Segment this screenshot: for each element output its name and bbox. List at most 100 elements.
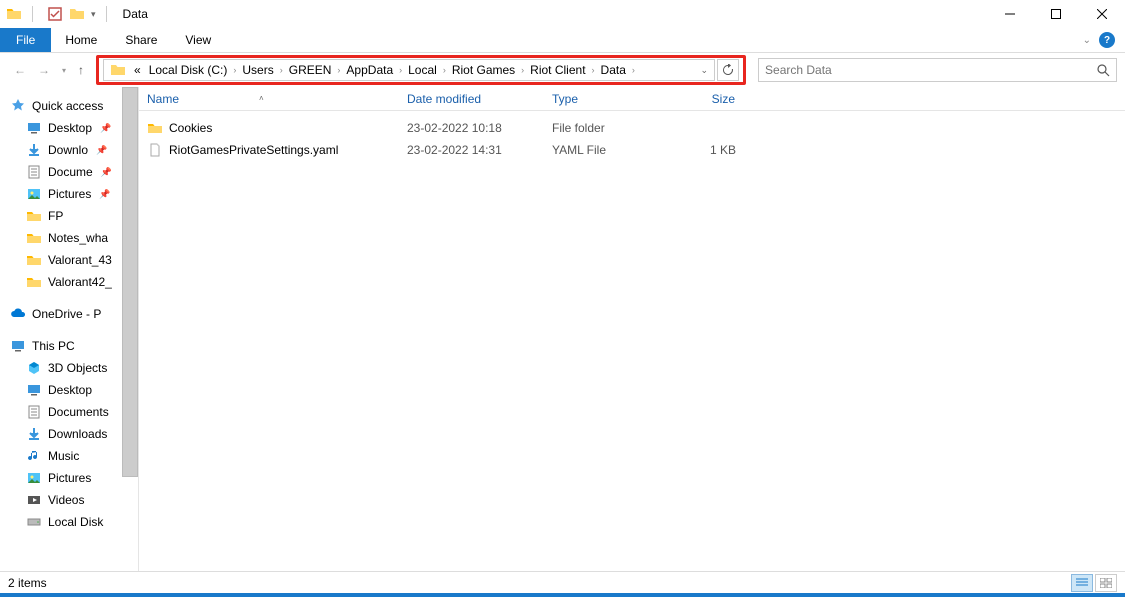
tab-home[interactable]: Home (51, 28, 111, 52)
col-type[interactable]: Type (544, 92, 664, 106)
sidebar-item-label: Videos (48, 493, 84, 507)
search-input[interactable] (765, 63, 1096, 77)
sidebar-item[interactable]: FP (0, 205, 138, 227)
sidebar-item-label: Quick access (32, 99, 103, 113)
forward-button[interactable]: → (38, 63, 50, 77)
sidebar-this-pc[interactable]: This PC (0, 335, 138, 357)
sidebar-item[interactable]: Valorant42_ (0, 271, 138, 293)
sidebar-item[interactable]: Pictures📌 (0, 183, 138, 205)
sidebar-item[interactable]: Videos (0, 489, 138, 511)
breadcrumb-segment[interactable]: GREEN (285, 63, 336, 77)
file-tab[interactable]: File (0, 28, 51, 52)
disk-icon (26, 514, 42, 530)
chevron-right-icon: › (335, 65, 342, 75)
chevron-right-icon: › (397, 65, 404, 75)
tab-view[interactable]: View (171, 28, 225, 52)
sidebar-item[interactable]: Notes_wha (0, 227, 138, 249)
cloud-icon (10, 306, 26, 322)
close-button[interactable] (1079, 0, 1125, 28)
breadcrumb-segment[interactable]: AppData (342, 63, 397, 77)
details-view-button[interactable] (1071, 574, 1093, 592)
sidebar-item-label: Valorant42_ (48, 275, 112, 289)
sidebar-item[interactable]: Docume 📌 (0, 161, 138, 183)
sidebar-item-label: 3D Objects (48, 361, 107, 375)
sidebar-item[interactable]: Desktop📌 (0, 117, 138, 139)
cube-icon (26, 360, 42, 376)
address-folder-icon (110, 62, 126, 78)
sidebar-onedrive[interactable]: OneDrive - P (0, 303, 138, 325)
sidebar-item[interactable]: Documents (0, 401, 138, 423)
file-size: 1 KB (664, 143, 744, 157)
ribbon-expand-icon[interactable]: ⌄ (1083, 35, 1091, 46)
maximize-button[interactable] (1033, 0, 1079, 28)
sidebar-item[interactable]: 3D Objects (0, 357, 138, 379)
breadcrumb-segment[interactable]: Local (404, 63, 441, 77)
folder-icon (26, 274, 42, 290)
sidebar-item-label: Downloads (48, 427, 107, 441)
column-headers[interactable]: Name˄ Date modified Type Size (139, 87, 1125, 111)
breadcrumb-segment[interactable]: Riot Games (448, 63, 519, 77)
sidebar-item-label: Downlo (48, 143, 88, 157)
thumbnails-view-button[interactable] (1095, 574, 1117, 592)
sidebar-quick-access[interactable]: Quick access (0, 95, 138, 117)
doc-icon (26, 164, 42, 180)
sidebar-item[interactable]: Valorant_43 (0, 249, 138, 271)
refresh-button[interactable] (717, 59, 739, 81)
chevron-right-icon: › (590, 65, 597, 75)
video-icon (26, 492, 42, 508)
address-dropdown-icon[interactable]: ⌄ (700, 65, 708, 76)
file-list[interactable]: Name˄ Date modified Type Size Cookies23-… (138, 87, 1125, 571)
taskbar-accent (0, 593, 1125, 597)
file-icon (147, 142, 163, 158)
sidebar-item-label: This PC (32, 339, 75, 353)
file-type: File folder (544, 121, 664, 135)
help-icon[interactable]: ? (1099, 32, 1115, 48)
chevron-right-icon: › (519, 65, 526, 75)
status-text: 2 items (8, 576, 47, 590)
breadcrumb-segment[interactable]: Users (238, 63, 277, 77)
sidebar-scrollbar[interactable] (122, 87, 138, 571)
sidebar-item[interactable]: Pictures (0, 467, 138, 489)
history-dropdown-icon[interactable]: ▾ (62, 66, 66, 75)
sidebar-item-label: Valorant_43 (48, 253, 112, 267)
search-box[interactable] (758, 58, 1117, 82)
file-name: RiotGamesPrivateSettings.yaml (169, 143, 338, 157)
col-date[interactable]: Date modified (399, 92, 544, 106)
qat-properties-icon[interactable] (47, 6, 63, 22)
tab-share[interactable]: Share (111, 28, 171, 52)
pin-icon: 📌 (100, 123, 111, 134)
sidebar-item[interactable]: Downlo📌 (0, 139, 138, 161)
navigation-pane[interactable]: Quick access Desktop📌Downlo📌Docume📌Pictu… (0, 87, 138, 571)
col-size[interactable]: Size (664, 92, 744, 106)
sidebar-item[interactable]: Downloads (0, 423, 138, 445)
file-row[interactable]: RiotGamesPrivateSettings.yaml23-02-2022 … (139, 139, 1125, 161)
folder-icon (26, 230, 42, 246)
qat-newfolder-icon[interactable] (69, 6, 85, 22)
qat-dropdown-icon[interactable]: ▾ (91, 9, 96, 20)
breadcrumb-prefix[interactable]: « (130, 63, 145, 77)
desktop-icon (26, 120, 42, 136)
pin-icon: 📌 (101, 167, 112, 178)
sidebar-item[interactable]: Music (0, 445, 138, 467)
sort-indicator-icon: ˄ (259, 94, 264, 103)
search-icon[interactable] (1096, 63, 1110, 77)
sidebar-item-label: Docume (48, 165, 93, 179)
app-folder-icon (6, 6, 22, 22)
doc-icon (26, 404, 42, 420)
col-name[interactable]: Name˄ (139, 92, 399, 106)
breadcrumb-segment[interactable]: Data (597, 63, 630, 77)
ribbon: File Home Share View ⌄ ? (0, 28, 1125, 53)
folder-icon (26, 208, 42, 224)
breadcrumb-segment[interactable]: Local Disk (C:) (145, 63, 232, 77)
up-button[interactable]: ↑ (78, 63, 84, 77)
sidebar-item[interactable]: Desktop (0, 379, 138, 401)
back-button[interactable]: ← (14, 63, 26, 77)
breadcrumb-segment[interactable]: Riot Client (526, 63, 589, 77)
sidebar-item-label: Notes_wha (48, 231, 108, 245)
address-bar[interactable]: « Local Disk (C:)›Users›GREEN›AppData›Lo… (103, 59, 715, 81)
sidebar-item[interactable]: Local Disk (0, 511, 138, 533)
minimize-button[interactable] (987, 0, 1033, 28)
file-row[interactable]: Cookies23-02-2022 10:18File folder (139, 117, 1125, 139)
sidebar-item-label: Documents (48, 405, 109, 419)
pic-icon (26, 470, 42, 486)
